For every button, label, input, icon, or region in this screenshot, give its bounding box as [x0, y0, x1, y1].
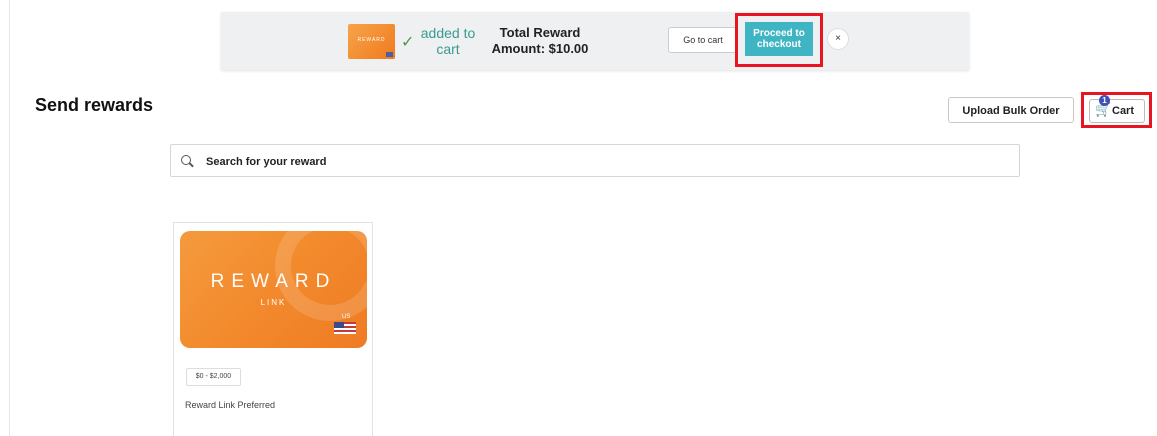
flag-icon [386, 52, 393, 57]
price-range-badge: $0 - $2,000 [186, 368, 241, 386]
close-icon[interactable]: × [827, 28, 849, 50]
cart-count-badge: 1 [1099, 95, 1110, 106]
search-input[interactable] [204, 152, 988, 172]
go-to-cart-button[interactable]: Go to cart [668, 27, 738, 53]
reward-card-image: REWARD LINK US [180, 231, 367, 348]
cart-button[interactable]: 🛒 1 Cart [1089, 95, 1145, 123]
cart-label: Cart [1112, 105, 1135, 117]
card-brand-sub: LINK [260, 298, 287, 307]
reward-name: Reward Link Preferred [185, 400, 276, 410]
page-title: Send rewards [35, 95, 154, 115]
reward-card-thumbnail: REWARD [348, 24, 395, 59]
card-brand: REWARD [210, 271, 337, 292]
page-left-border [9, 0, 10, 436]
us-flag-icon [334, 322, 356, 334]
cart-highlight-box: 🛒 1 Cart [1081, 92, 1152, 128]
search-icon [181, 155, 191, 165]
search-bar [170, 144, 1020, 177]
upload-bulk-order-button[interactable]: Upload Bulk Order [948, 97, 1074, 123]
total-reward-amount: Total Reward Amount: $10.00 [491, 25, 589, 56]
added-to-cart-notification: REWARD ✓ added to cart Total Reward Amou… [221, 12, 969, 70]
added-to-cart-text: added to cart [420, 25, 476, 57]
reward-card-tile[interactable]: REWARD LINK US $0 - $2,000 Reward Link P… [173, 222, 373, 436]
card-region: US [342, 314, 351, 320]
proceed-to-checkout-button[interactable]: Proceed to checkout [745, 22, 813, 56]
thumbnail-brand-text: REWARD [357, 37, 386, 43]
proceed-highlight-box: Proceed to checkout [735, 13, 823, 67]
